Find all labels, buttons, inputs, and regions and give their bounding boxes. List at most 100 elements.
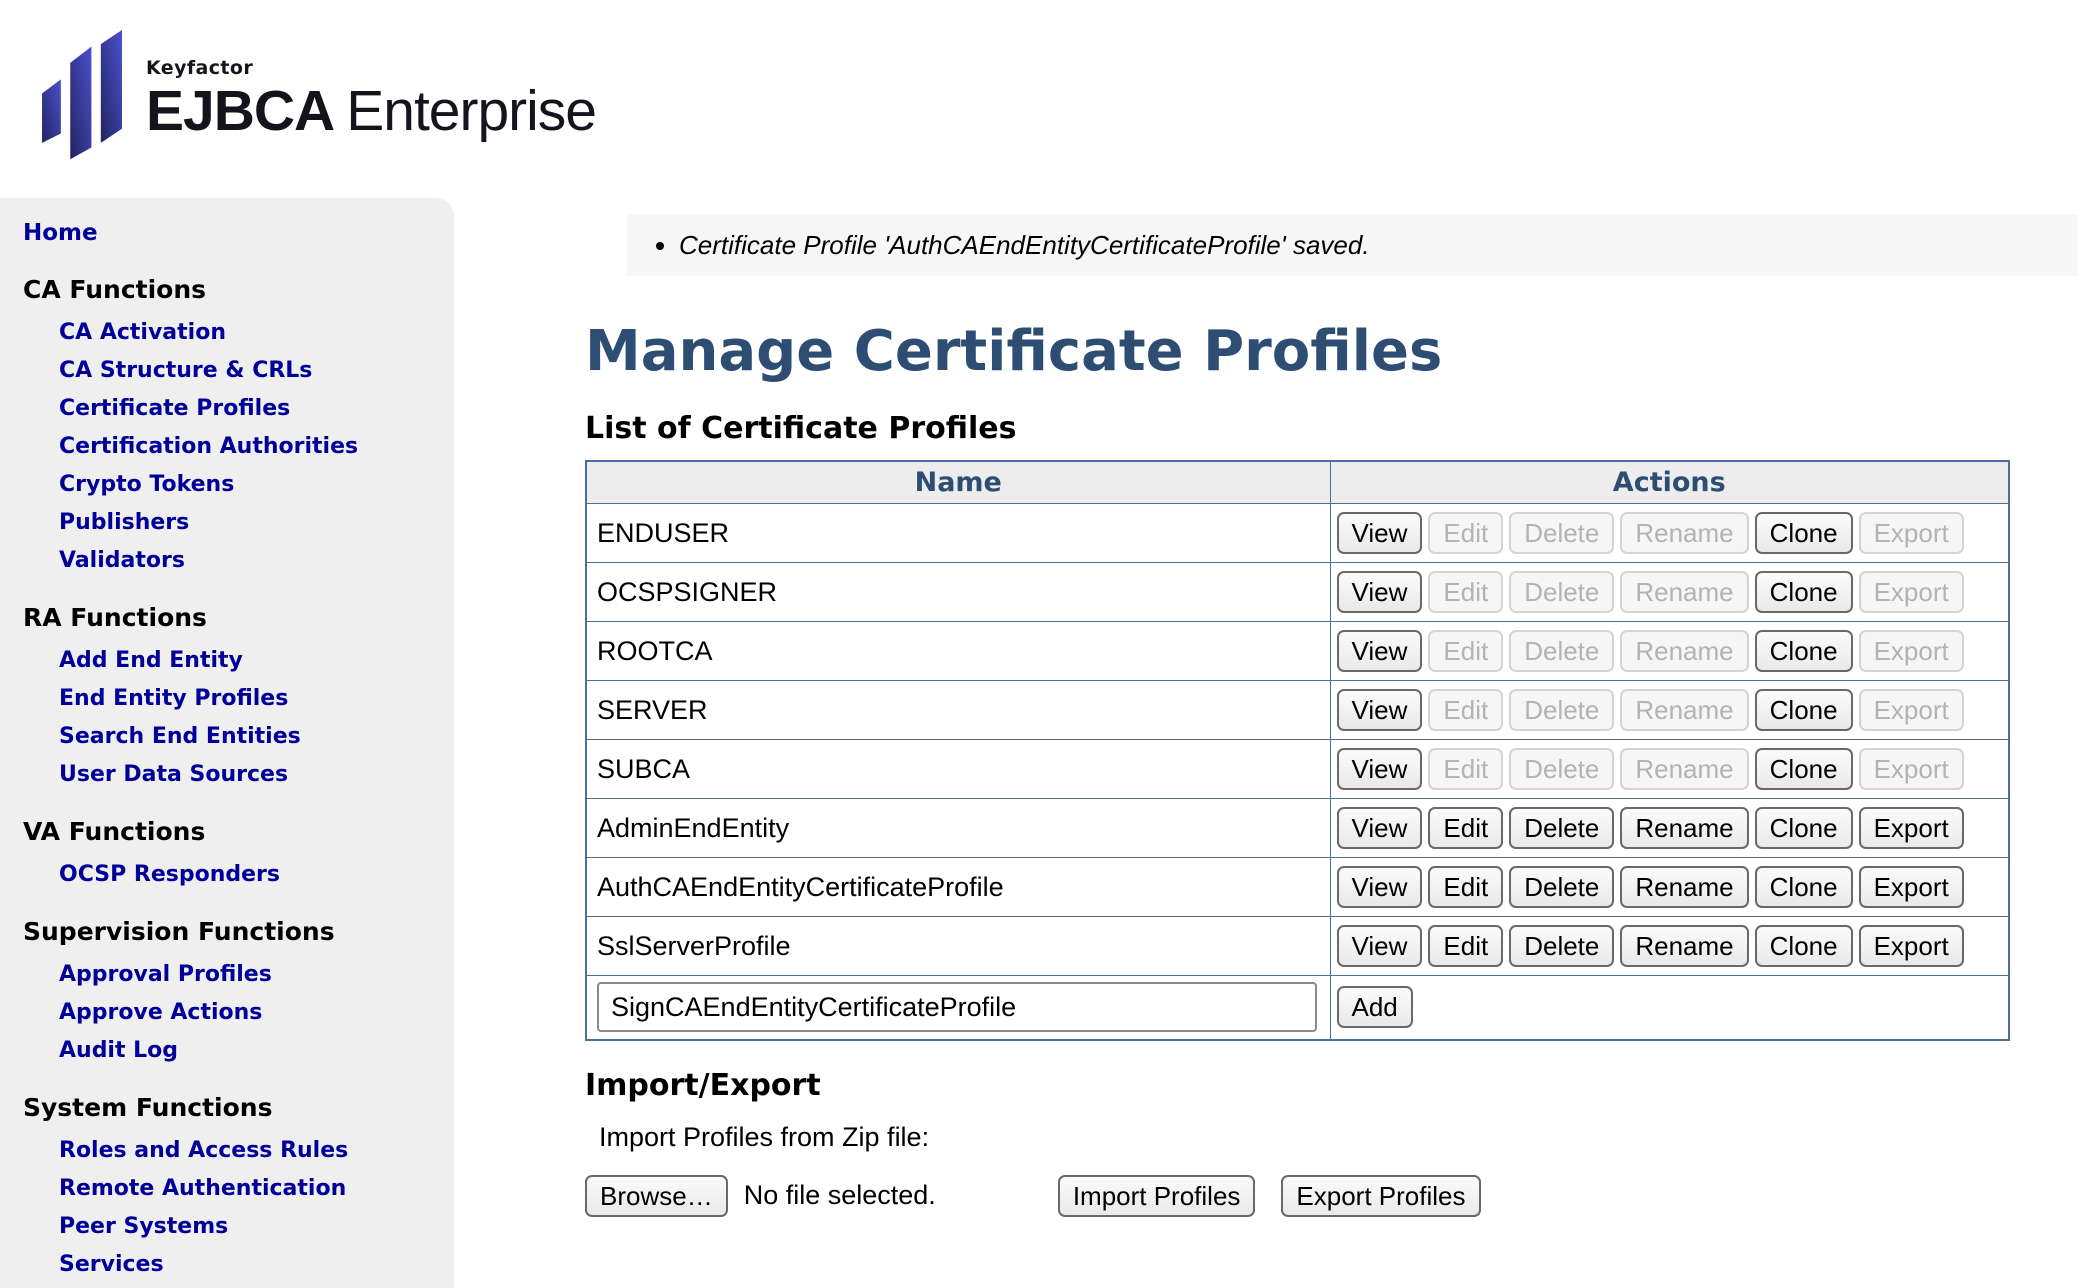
- profile-row-server: SERVERViewEditDeleteRenameCloneExport: [586, 681, 2009, 740]
- profile-name: OCSPSIGNER: [586, 563, 1330, 622]
- sidebar-section-ra-functions: RA Functions: [23, 600, 454, 636]
- delete-button[interactable]: Delete: [1509, 630, 1614, 672]
- status-message-bar: Certificate Profile 'AuthCAEndEntityCert…: [627, 214, 2078, 276]
- sidebar-item-certificate-profiles[interactable]: Certificate Profiles: [59, 390, 454, 428]
- profile-row-ocspsigner: OCSPSIGNERViewEditDeleteRenameCloneExpor…: [586, 563, 2009, 622]
- new-profile-name-cell: [586, 976, 1330, 1040]
- add-profile-actions-cell: Add: [1330, 976, 2009, 1040]
- sidebar-item-audit-log[interactable]: Audit Log: [59, 1032, 454, 1070]
- view-button[interactable]: View: [1337, 512, 1423, 554]
- new-profile-name-input[interactable]: [597, 982, 1317, 1032]
- rename-button[interactable]: Rename: [1620, 925, 1748, 967]
- delete-button[interactable]: Delete: [1509, 748, 1614, 790]
- export-profiles-button[interactable]: Export Profiles: [1281, 1175, 1480, 1217]
- list-heading: List of Certificate Profiles: [585, 410, 2078, 448]
- clone-button[interactable]: Clone: [1755, 866, 1853, 908]
- sidebar-item-crypto-tokens[interactable]: Crypto Tokens: [59, 466, 454, 504]
- delete-button[interactable]: Delete: [1509, 512, 1614, 554]
- sidebar-item-ocsp-responders[interactable]: OCSP Responders: [59, 856, 454, 894]
- brand-product-name: EJBCA: [146, 79, 334, 143]
- sidebar-item-remote-authentication[interactable]: Remote Authentication: [59, 1170, 454, 1208]
- export-button[interactable]: Export: [1859, 807, 1964, 849]
- main-content: Certificate Profile 'AuthCAEndEntityCert…: [454, 198, 2078, 1217]
- profiles-table-body: ENDUSERViewEditDeleteRenameCloneExportOC…: [586, 504, 2009, 976]
- view-button[interactable]: View: [1337, 748, 1423, 790]
- sidebar-item-add-end-entity[interactable]: Add End Entity: [59, 642, 454, 680]
- delete-button[interactable]: Delete: [1509, 571, 1614, 613]
- export-button[interactable]: Export: [1859, 689, 1964, 731]
- export-button[interactable]: Export: [1859, 571, 1964, 613]
- edit-button[interactable]: Edit: [1428, 925, 1503, 967]
- sidebar-item-publishers[interactable]: Publishers: [59, 504, 454, 542]
- edit-button[interactable]: Edit: [1428, 807, 1503, 849]
- sidebar-item-validators[interactable]: Validators: [59, 542, 454, 580]
- sidebar-item-approval-profiles[interactable]: Approval Profiles: [59, 956, 454, 994]
- export-button[interactable]: Export: [1859, 630, 1964, 672]
- edit-button[interactable]: Edit: [1428, 866, 1503, 908]
- sidebar-item-services[interactable]: Services: [59, 1246, 454, 1284]
- import-profiles-button[interactable]: Import Profiles: [1058, 1175, 1256, 1217]
- edit-button[interactable]: Edit: [1428, 748, 1503, 790]
- profile-row-subca: SUBCAViewEditDeleteRenameCloneExport: [586, 740, 2009, 799]
- edit-button[interactable]: Edit: [1428, 512, 1503, 554]
- profile-name: AdminEndEntity: [586, 799, 1330, 858]
- sidebar-item-user-data-sources[interactable]: User Data Sources: [59, 756, 454, 794]
- rename-button[interactable]: Rename: [1620, 807, 1748, 849]
- add-button[interactable]: Add: [1337, 986, 1413, 1028]
- sidebar-item-search-end-entities[interactable]: Search End Entities: [59, 718, 454, 756]
- page-title: Manage Certificate Profiles: [585, 320, 2078, 384]
- view-button[interactable]: View: [1337, 571, 1423, 613]
- profile-actions: ViewEditDeleteRenameCloneExport: [1330, 799, 2009, 858]
- sidebar-item-ca-activation[interactable]: CA Activation: [59, 314, 454, 352]
- sidebar-item-certification-authorities[interactable]: Certification Authorities: [59, 428, 454, 466]
- brand-company: Keyfactor: [146, 57, 596, 79]
- delete-button[interactable]: Delete: [1509, 925, 1614, 967]
- profile-name: AuthCAEndEntityCertificateProfile: [586, 858, 1330, 917]
- sidebar-section-supervision-functions: Supervision Functions: [23, 914, 454, 950]
- edit-button[interactable]: Edit: [1428, 630, 1503, 672]
- sidebar-item-roles-and-access-rules[interactable]: Roles and Access Rules: [59, 1132, 454, 1170]
- view-button[interactable]: View: [1337, 807, 1423, 849]
- sidebar-item-ca-structure-crls[interactable]: CA Structure & CRLs: [59, 352, 454, 390]
- sidebar-item-approve-actions[interactable]: Approve Actions: [59, 994, 454, 1032]
- clone-button[interactable]: Clone: [1755, 689, 1853, 731]
- rename-button[interactable]: Rename: [1620, 866, 1748, 908]
- delete-button[interactable]: Delete: [1509, 866, 1614, 908]
- browse-button[interactable]: Browse…: [585, 1175, 728, 1217]
- view-button[interactable]: View: [1337, 866, 1423, 908]
- profile-row-sslserverprofile: SslServerProfileViewEditDeleteRenameClon…: [586, 917, 2009, 976]
- clone-button[interactable]: Clone: [1755, 925, 1853, 967]
- sidebar-item-peer-systems[interactable]: Peer Systems: [59, 1208, 454, 1246]
- rename-button[interactable]: Rename: [1620, 571, 1748, 613]
- export-button[interactable]: Export: [1859, 925, 1964, 967]
- profile-row-adminendentity: AdminEndEntityViewEditDeleteRenameCloneE…: [586, 799, 2009, 858]
- export-button[interactable]: Export: [1859, 748, 1964, 790]
- view-button[interactable]: View: [1337, 630, 1423, 672]
- ejbca-admin-page: Keyfactor EJBCAEnterprise Home CA Functi…: [0, 0, 2078, 1288]
- profile-actions: ViewEditDeleteRenameCloneExport: [1330, 622, 2009, 681]
- export-button[interactable]: Export: [1859, 866, 1964, 908]
- import-export-heading: Import/Export: [585, 1067, 2078, 1105]
- clone-button[interactable]: Clone: [1755, 571, 1853, 613]
- sidebar-section-system-functions: System Functions: [23, 1090, 454, 1126]
- clone-button[interactable]: Clone: [1755, 630, 1853, 672]
- edit-button[interactable]: Edit: [1428, 571, 1503, 613]
- delete-button[interactable]: Delete: [1509, 807, 1614, 849]
- profile-name: SERVER: [586, 681, 1330, 740]
- rename-button[interactable]: Rename: [1620, 630, 1748, 672]
- rename-button[interactable]: Rename: [1620, 512, 1748, 554]
- edit-button[interactable]: Edit: [1428, 689, 1503, 731]
- clone-button[interactable]: Clone: [1755, 748, 1853, 790]
- delete-button[interactable]: Delete: [1509, 689, 1614, 731]
- export-button[interactable]: Export: [1859, 512, 1964, 554]
- clone-button[interactable]: Clone: [1755, 807, 1853, 849]
- sidebar-item-home[interactable]: Home: [23, 214, 454, 252]
- clone-button[interactable]: Clone: [1755, 512, 1853, 554]
- view-button[interactable]: View: [1337, 925, 1423, 967]
- rename-button[interactable]: Rename: [1620, 689, 1748, 731]
- sidebar-section-va-functions: VA Functions: [23, 814, 454, 850]
- sidebar-item-end-entity-profiles[interactable]: End Entity Profiles: [59, 680, 454, 718]
- rename-button[interactable]: Rename: [1620, 748, 1748, 790]
- profile-actions: ViewEditDeleteRenameCloneExport: [1330, 504, 2009, 563]
- view-button[interactable]: View: [1337, 689, 1423, 731]
